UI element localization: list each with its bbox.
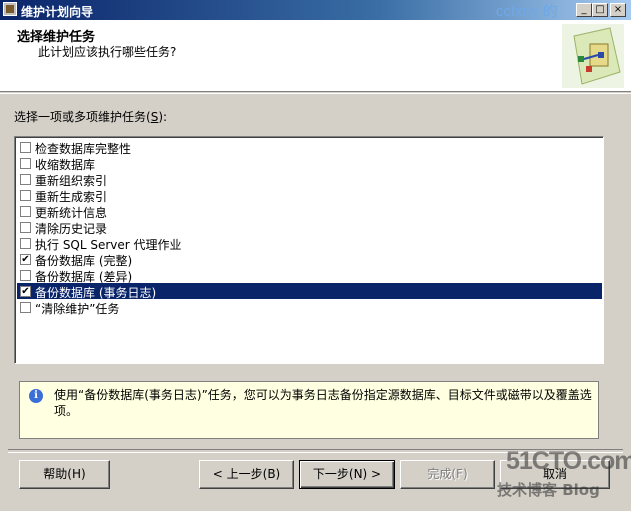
task-checkbox[interactable] (20, 206, 31, 217)
task-description-panel: i 使用“备份数据库(事务日志)”任务，您可以为事务日志备份指定源数据库、目标文… (19, 381, 599, 439)
blog-watermark: 技术博客 Blog (497, 481, 600, 499)
task-item[interactable]: 检查数据库完整性 (17, 139, 602, 156)
task-checkbox-checked[interactable]: ✔ (20, 286, 31, 297)
wizard-header: 选择维护任务 此计划应该执行哪些任务? (0, 20, 631, 92)
task-checkbox[interactable] (20, 158, 31, 169)
site-watermark: 51CTO.com (506, 447, 631, 475)
task-checkbox[interactable] (20, 174, 31, 185)
task-item[interactable]: 执行 SQL Server 代理作业 (17, 235, 602, 252)
watermark-text: ccfxny 的 (496, 3, 558, 20)
task-list-label: 选择一项或多项维护任务(S): (14, 110, 168, 124)
task-label: “清除维护”任务 (35, 302, 120, 316)
finish-button[interactable]: 完成(F) (400, 460, 495, 489)
task-checkbox[interactable] (20, 302, 31, 313)
task-checkbox-checked[interactable]: ✔ (20, 254, 31, 265)
task-checklist[interactable]: 检查数据库完整性 收缩数据库 重新组织索引 重新生成索引 更新统计信息 清除历史… (14, 136, 604, 364)
task-item[interactable]: 更新统计信息 (17, 203, 602, 220)
help-button[interactable]: 帮助(H) (19, 460, 110, 489)
wizard-graphic-icon (562, 24, 624, 88)
header-separator (0, 93, 631, 94)
task-checkbox[interactable] (20, 238, 31, 249)
close-button[interactable]: × (610, 3, 626, 17)
page-subtitle: 此计划应该执行哪些任务? (38, 45, 177, 59)
task-item[interactable]: 清除历史记录 (17, 219, 602, 236)
next-button[interactable]: 下一步(N) > (299, 460, 395, 489)
task-item[interactable]: “清除维护”任务 (17, 299, 602, 316)
info-icon: i (29, 389, 43, 403)
task-item[interactable]: 重新组织索引 (17, 171, 602, 188)
task-checkbox[interactable] (20, 190, 31, 201)
window-title: 维护计划向导 (21, 5, 94, 19)
task-item[interactable]: ✔ 备份数据库 (完整) (17, 251, 602, 268)
minimize-button[interactable]: _ (576, 3, 592, 17)
app-icon (3, 2, 17, 16)
back-button[interactable]: < 上一步(B) (199, 460, 294, 489)
task-checkbox[interactable] (20, 222, 31, 233)
task-checkbox[interactable] (20, 142, 31, 153)
task-description-text: 使用“备份数据库(事务日志)”任务，您可以为事务日志备份指定源数据库、目标文件或… (54, 388, 592, 418)
task-item[interactable]: 收缩数据库 (17, 155, 602, 172)
task-item-selected[interactable]: ✔ 备份数据库 (事务日志) (17, 283, 602, 300)
maximize-button[interactable]: □ (592, 3, 608, 17)
task-item[interactable]: 重新生成索引 (17, 187, 602, 204)
task-item[interactable]: 备份数据库 (差异) (17, 267, 602, 284)
title-bar[interactable]: 维护计划向导 ccfxny 的 _ □ × (0, 0, 631, 20)
task-checkbox[interactable] (20, 270, 31, 281)
